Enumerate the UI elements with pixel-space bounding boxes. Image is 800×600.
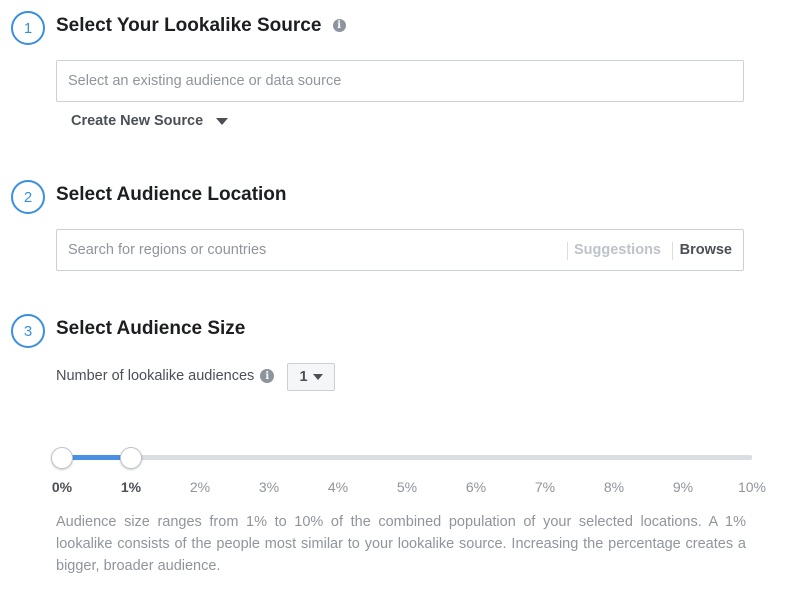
- caret-down-icon: [312, 374, 323, 380]
- slider-handle-max[interactable]: [120, 447, 142, 469]
- slider-handle-min[interactable]: [51, 447, 73, 469]
- location-search-input[interactable]: Search for regions or countries Suggesti…: [56, 229, 744, 271]
- step-number: 1: [23, 19, 33, 37]
- divider: [567, 242, 568, 260]
- create-new-source-button[interactable]: Create New Source: [71, 113, 229, 129]
- step-1-title: Select Your Lookalike Source i: [56, 15, 346, 37]
- info-icon[interactable]: i: [260, 369, 275, 383]
- step-3-title: Select Audience Size: [56, 318, 245, 340]
- step-number: 3: [23, 322, 33, 340]
- step-title-text: Select Audience Location: [56, 184, 287, 205]
- caret-down-icon: [216, 117, 229, 125]
- divider: [672, 242, 673, 260]
- slider-tick-label: 3%: [258, 479, 280, 495]
- step-number: 2: [23, 188, 33, 206]
- source-placeholder: Select an existing audience or data sour…: [68, 73, 342, 89]
- slider-tick-label: 8%: [603, 479, 625, 495]
- size-slider-track[interactable]: [62, 455, 752, 460]
- step-2-title: Select Audience Location: [56, 184, 287, 206]
- slider-tick-label: 1%: [120, 479, 142, 495]
- slider-tick-label: 5%: [396, 479, 418, 495]
- step-1-circle: 1: [11, 11, 45, 45]
- location-placeholder: Search for regions or countries: [68, 242, 267, 258]
- slider-tick-label: 7%: [534, 479, 556, 495]
- create-source-label: Create New Source: [71, 113, 204, 129]
- info-icon[interactable]: i: [332, 19, 346, 33]
- audience-count-text: Number of lookalike audiences: [56, 368, 255, 384]
- step-3-circle: 3: [11, 314, 45, 348]
- slider-tick-label: 4%: [327, 479, 349, 495]
- slider-tick-label: 2%: [189, 479, 211, 495]
- slider-tick-label: 6%: [465, 479, 487, 495]
- step-title-text: Select Your Lookalike Source: [56, 15, 322, 36]
- slider-tick-label: 10%: [737, 479, 767, 495]
- audience-count-select[interactable]: 1: [287, 363, 335, 391]
- slider-tick-label: 9%: [672, 479, 694, 495]
- step-2-circle: 2: [11, 180, 45, 214]
- source-input[interactable]: Select an existing audience or data sour…: [56, 60, 744, 102]
- audience-size-help-text: Audience size ranges from 1% to 10% of t…: [56, 514, 746, 574]
- audience-count-value: 1: [299, 369, 308, 385]
- browse-button[interactable]: Browse: [680, 242, 732, 258]
- step-title-text: Select Audience Size: [56, 318, 246, 339]
- suggestions-button[interactable]: Suggestions: [574, 242, 661, 258]
- slider-tick-label: 0%: [51, 479, 73, 495]
- audience-count-label: Number of lookalike audiences i: [56, 368, 275, 384]
